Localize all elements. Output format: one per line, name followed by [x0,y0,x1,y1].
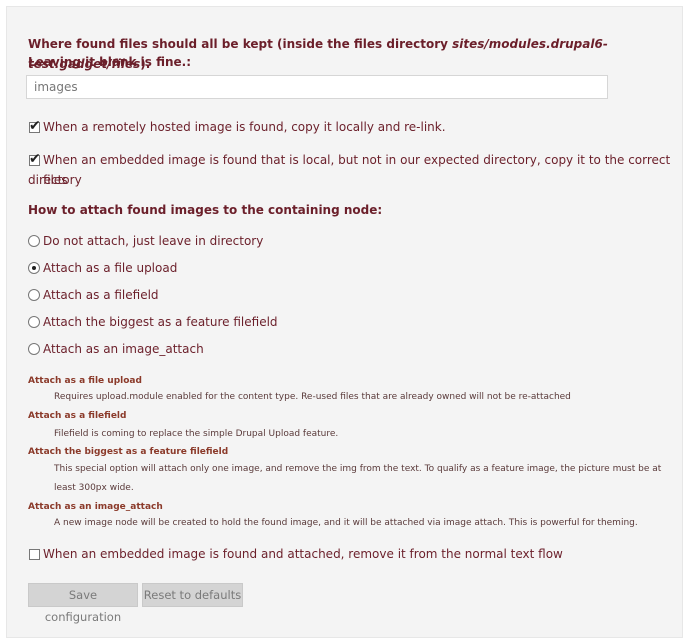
remove-from-flow-checkbox[interactable] [29,549,40,560]
copy-local-checkbox[interactable]: ✔ [29,151,41,167]
help-title-feature-filefield: Attach the biggest as a feature filefiel… [28,447,229,457]
attach-heading: How to attach found images to the contai… [28,203,383,217]
help-desc-file-upload: Requires upload.module enabled for the c… [54,392,571,402]
radio-file-upload[interactable] [28,262,40,274]
files-directory-label-text: Where found files should all be kept (in… [28,37,453,51]
radio-selected-dot [32,266,36,270]
radio-feature-filefield[interactable] [28,316,40,328]
radio-filefield[interactable] [28,289,40,301]
copy-remote-label: When a remotely hosted image is found, c… [43,120,446,134]
files-directory-hint: Leaving it blank is fine.: [28,55,192,69]
checkmark-icon: ✔ [29,151,41,167]
radio-label-do-not-attach: Do not attach, just leave in directory [43,234,264,248]
help-title-filefield: Attach as a filefield [28,411,127,421]
copy-local-label: When an embedded image is found that is … [43,153,671,187]
help-title-image-attach: Attach as an image_attach [28,502,163,512]
radio-label-feature-filefield: Attach the biggest as a feature filefiel… [43,315,278,329]
help-desc-filefield: Filefield is coming to replace the simpl… [54,429,339,439]
radio-label-filefield: Attach as a filefield [43,288,159,302]
help-desc-feature-filefield-cont: least 300px wide. [54,483,134,493]
help-title-file-upload: Attach as a file upload [28,376,142,386]
copy-remote-checkbox[interactable]: ✔ [29,118,41,134]
remove-from-flow-label: When an embedded image is found and atta… [43,547,563,561]
radio-label-file-upload: Attach as a file upload [43,261,178,275]
help-desc-feature-filefield: This special option will attach only one… [54,464,662,474]
radio-label-image-attach: Attach as an image_attach [43,342,204,356]
checkmark-icon: ✔ [29,118,41,134]
radio-image-attach[interactable] [28,343,40,355]
radio-do-not-attach[interactable] [28,235,40,247]
save-configuration-button[interactable]: Save configuration [28,583,138,624]
files-directory-input[interactable] [26,75,608,99]
reset-defaults-button[interactable]: Reset to defaults [142,583,243,607]
copy-local-label-cont: directory [28,173,82,187]
help-desc-image-attach: A new image node will be created to hold… [54,518,638,528]
